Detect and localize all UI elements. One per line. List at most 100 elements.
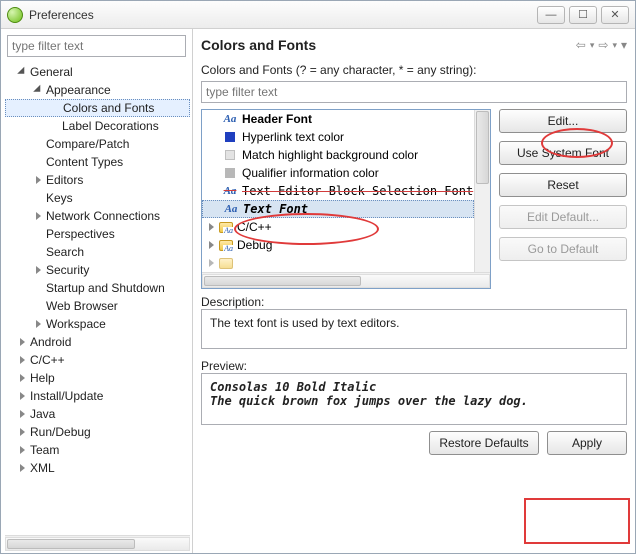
color-swatch-icon: [225, 150, 235, 160]
use-system-font-button[interactable]: Use System Font: [499, 141, 627, 165]
list-folder-c-cpp[interactable]: C/C++: [202, 218, 474, 236]
tree-node-team[interactable]: Team: [5, 441, 190, 459]
tree-node-colors-and-fonts[interactable]: Colors and Fonts: [5, 99, 190, 117]
font-icon: Aa: [224, 113, 237, 125]
minimize-button[interactable]: —: [537, 6, 565, 24]
list-item-hyperlink-color[interactable]: Hyperlink text color: [202, 128, 474, 146]
restore-defaults-button[interactable]: Restore Defaults: [429, 431, 539, 455]
filter-help-text: Colors and Fonts (? = any character, * =…: [201, 63, 627, 77]
tree-node-appearance[interactable]: Appearance: [5, 81, 190, 99]
tree-node-xml[interactable]: XML: [5, 459, 190, 477]
expand-icon[interactable]: [33, 265, 44, 276]
tree-node-security[interactable]: Security: [5, 261, 190, 279]
list-item-qualifier-color[interactable]: Qualifier information color: [202, 164, 474, 182]
folder-icon: [219, 240, 233, 251]
tree-node-android[interactable]: Android: [5, 333, 190, 351]
tree-hscrollbar[interactable]: [5, 535, 190, 551]
page-title: Colors and Fonts: [201, 37, 316, 53]
spacer: [50, 103, 61, 114]
edit-button[interactable]: Edit...: [499, 109, 627, 133]
tree-node-workspace[interactable]: Workspace: [5, 315, 190, 333]
list-folder-more[interactable]: [202, 254, 474, 272]
maximize-button[interactable]: ☐: [569, 6, 597, 24]
nav-menu-icon[interactable]: ▾: [621, 38, 627, 52]
font-filter-input[interactable]: [201, 81, 627, 103]
expand-icon[interactable]: [17, 391, 28, 402]
expand-icon[interactable]: [17, 445, 28, 456]
window-title: Preferences: [29, 8, 537, 22]
tree-node-java[interactable]: Java: [5, 405, 190, 423]
reset-button[interactable]: Reset: [499, 173, 627, 197]
expand-icon[interactable]: [17, 67, 28, 78]
expand-icon[interactable]: [33, 85, 44, 96]
expand-icon[interactable]: [17, 409, 28, 420]
font-icon: Aa: [224, 185, 237, 197]
expand-icon[interactable]: [33, 211, 44, 222]
font-listbox[interactable]: AaHeader Font Hyperlink text color Match…: [201, 109, 491, 289]
list-hscrollbar[interactable]: [202, 272, 490, 288]
close-button[interactable]: ✕: [601, 6, 629, 24]
mid-row: AaHeader Font Hyperlink text color Match…: [201, 109, 627, 289]
nav-forward-icon[interactable]: ⇨: [598, 38, 608, 52]
tree-node-run-debug[interactable]: Run/Debug: [5, 423, 190, 441]
list-item-header-font[interactable]: AaHeader Font: [202, 110, 474, 128]
tree-node-content-types[interactable]: Content Types: [5, 153, 190, 171]
tree-node-c-cpp[interactable]: C/C++: [5, 351, 190, 369]
tree-node-install-update[interactable]: Install/Update: [5, 387, 190, 405]
list-item-block-selection-font[interactable]: AaText Editor Block Selection Font: [202, 182, 474, 200]
tree-node-keys[interactable]: Keys: [5, 189, 190, 207]
folder-icon: [219, 258, 233, 269]
nav-back-icon[interactable]: ⇦: [576, 38, 586, 52]
tree-node-startup[interactable]: Startup and Shutdown: [5, 279, 190, 297]
tree-filter-input[interactable]: [7, 35, 186, 57]
tree-node-search[interactable]: Search: [5, 243, 190, 261]
preferences-window: Preferences — ☐ ✕ General Appearance Col…: [0, 0, 636, 554]
window-controls: — ☐ ✕: [537, 6, 629, 24]
expand-icon[interactable]: [17, 463, 28, 474]
preview-label: Preview:: [201, 359, 627, 373]
button-column: Edit... Use System Font Reset Edit Defau…: [499, 109, 627, 289]
titlebar: Preferences — ☐ ✕: [1, 1, 635, 29]
right-pane: Colors and Fonts ⇦▾ ⇨▾ ▾ Colors and Font…: [193, 29, 635, 553]
list-folder-debug[interactable]: Debug: [202, 236, 474, 254]
tree-node-network[interactable]: Network Connections: [5, 207, 190, 225]
tree-node-compare-patch[interactable]: Compare/Patch: [5, 135, 190, 153]
preferences-tree[interactable]: General Appearance Colors and Fonts Labe…: [5, 61, 190, 535]
expand-icon[interactable]: [17, 355, 28, 366]
app-icon: [7, 7, 23, 23]
tree-node-help[interactable]: Help: [5, 369, 190, 387]
expand-icon[interactable]: [206, 258, 217, 269]
spacer: [33, 247, 44, 258]
spacer: [33, 283, 44, 294]
tree-node-general[interactable]: General: [5, 63, 190, 81]
list-item-text-font[interactable]: AaText Font: [202, 200, 474, 218]
expand-icon[interactable]: [206, 222, 217, 233]
list-item-match-highlight[interactable]: Match highlight background color: [202, 146, 474, 164]
list-vscrollbar[interactable]: [474, 110, 490, 272]
tree-node-web-browser[interactable]: Web Browser: [5, 297, 190, 315]
expand-icon[interactable]: [17, 337, 28, 348]
tree-node-perspectives[interactable]: Perspectives: [5, 225, 190, 243]
bottom-button-row: Restore Defaults Apply: [201, 431, 627, 455]
heading-row: Colors and Fonts ⇦▾ ⇨▾ ▾: [201, 33, 627, 57]
apply-button[interactable]: Apply: [547, 431, 627, 455]
expand-icon[interactable]: [206, 240, 217, 251]
spacer: [49, 121, 60, 132]
expand-icon[interactable]: [17, 373, 28, 384]
tree-node-editors[interactable]: Editors: [5, 171, 190, 189]
font-icon: Aa: [225, 203, 238, 215]
folder-icon: [219, 222, 233, 233]
preview-box: Consolas 10 Bold Italic The quick brown …: [201, 373, 627, 425]
left-pane: General Appearance Colors and Fonts Labe…: [1, 29, 193, 553]
expand-icon[interactable]: [33, 175, 44, 186]
color-swatch-icon: [225, 168, 235, 178]
description-box: The text font is used by text editors.: [201, 309, 627, 349]
expand-icon[interactable]: [33, 319, 44, 330]
spacer: [33, 139, 44, 150]
nav-toolbar: ⇦▾ ⇨▾ ▾: [576, 38, 627, 52]
spacer: [33, 193, 44, 204]
spacer: [33, 229, 44, 240]
expand-icon[interactable]: [17, 427, 28, 438]
tree-node-label-decorations[interactable]: Label Decorations: [5, 117, 190, 135]
content-area: General Appearance Colors and Fonts Labe…: [1, 29, 635, 553]
